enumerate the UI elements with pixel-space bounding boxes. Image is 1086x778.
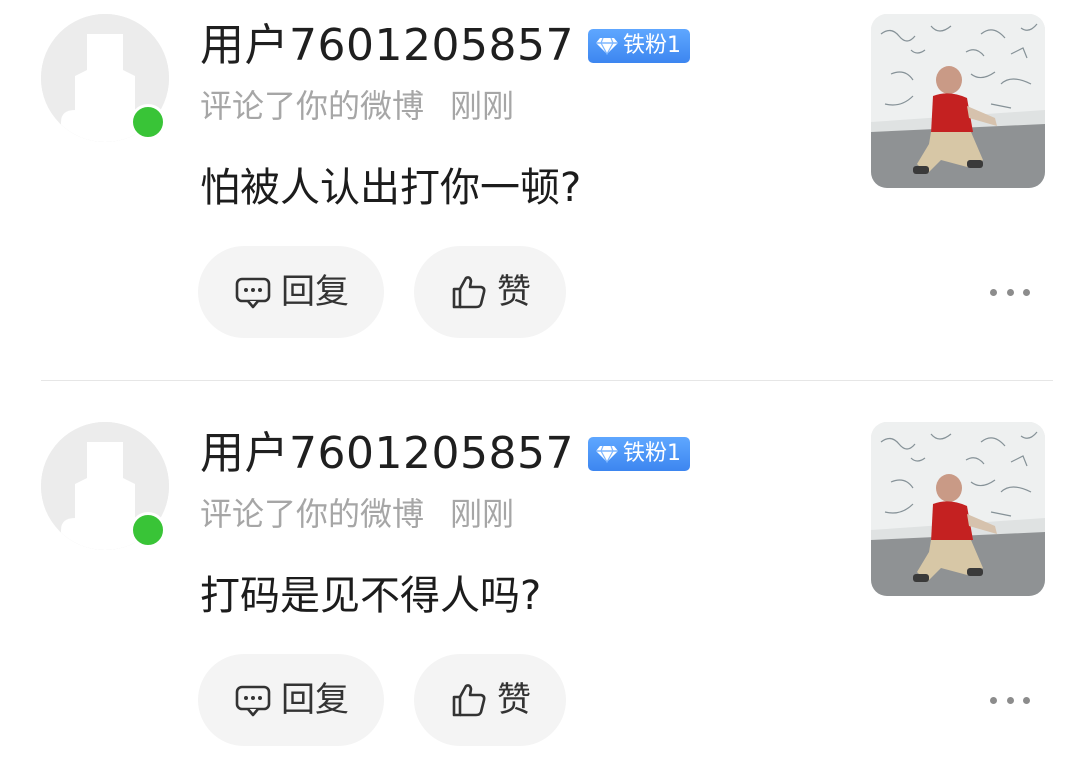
more-dot — [1006, 288, 1014, 296]
more-dot — [990, 696, 997, 704]
user-header: 用户7601205857 铁粉1 — [200, 428, 690, 480]
diamond-icon — [595, 37, 618, 55]
post-image — [871, 422, 1045, 596]
post-thumbnail[interactable] — [871, 14, 1045, 188]
comment-text[interactable]: 打码是见不得人吗? — [200, 568, 541, 624]
more-dot — [1023, 288, 1030, 296]
divider — [41, 380, 1053, 381]
comment-text[interactable]: 怕被人认出打你一顿? — [200, 160, 581, 216]
username[interactable]: 用户7601205857 — [200, 20, 574, 72]
diamond-icon — [595, 445, 618, 463]
more-dot — [1006, 696, 1014, 704]
post-thumbnail[interactable] — [871, 422, 1045, 596]
online-status-dot — [130, 104, 166, 140]
thumbs-up-icon — [452, 276, 486, 309]
more-options-button[interactable] — [990, 688, 1030, 712]
fan-badge[interactable]: 铁粉1 — [587, 437, 690, 471]
fan-badge-label: 铁粉1 — [622, 441, 681, 466]
more-dot — [1023, 696, 1030, 704]
fan-badge[interactable]: 铁粉1 — [587, 29, 690, 63]
comment-bubble-icon — [235, 685, 271, 717]
fan-badge-label: 铁粉1 — [622, 33, 681, 58]
post-image — [871, 14, 1045, 188]
notification-meta: 评论了你的微博 刚刚 — [200, 492, 514, 536]
thumbs-up-icon — [452, 684, 486, 717]
more-options-button[interactable] — [990, 280, 1030, 304]
like-label: 赞 — [497, 272, 531, 312]
online-status-dot — [130, 512, 166, 548]
comment-bubble-icon — [235, 277, 271, 309]
like-button[interactable]: 赞 — [414, 246, 566, 338]
timestamp: 刚刚 — [450, 495, 515, 533]
user-header: 用户7601205857 铁粉1 — [200, 20, 690, 72]
like-label: 赞 — [497, 680, 531, 720]
reply-button[interactable]: 回复 — [198, 246, 384, 338]
action-text: 评论了你的微博 — [200, 495, 425, 533]
more-dot — [990, 288, 997, 296]
reply-button[interactable]: 回复 — [198, 654, 384, 746]
action-text: 评论了你的微博 — [200, 87, 425, 125]
like-button[interactable]: 赞 — [414, 654, 566, 746]
notification-item[interactable]: 用户7601205857 铁粉1 评论了你的微博 刚刚 打码是见不得人吗? 回复 … — [0, 408, 1086, 778]
notification-item[interactable]: 用户7601205857 铁粉1 评论了你的微博 刚刚 怕被人认出打你一顿? 回复… — [0, 0, 1086, 370]
username[interactable]: 用户7601205857 — [200, 428, 574, 480]
reply-label: 回复 — [281, 680, 349, 720]
timestamp: 刚刚 — [450, 87, 515, 125]
notification-meta: 评论了你的微博 刚刚 — [200, 84, 514, 128]
reply-label: 回复 — [281, 272, 349, 312]
